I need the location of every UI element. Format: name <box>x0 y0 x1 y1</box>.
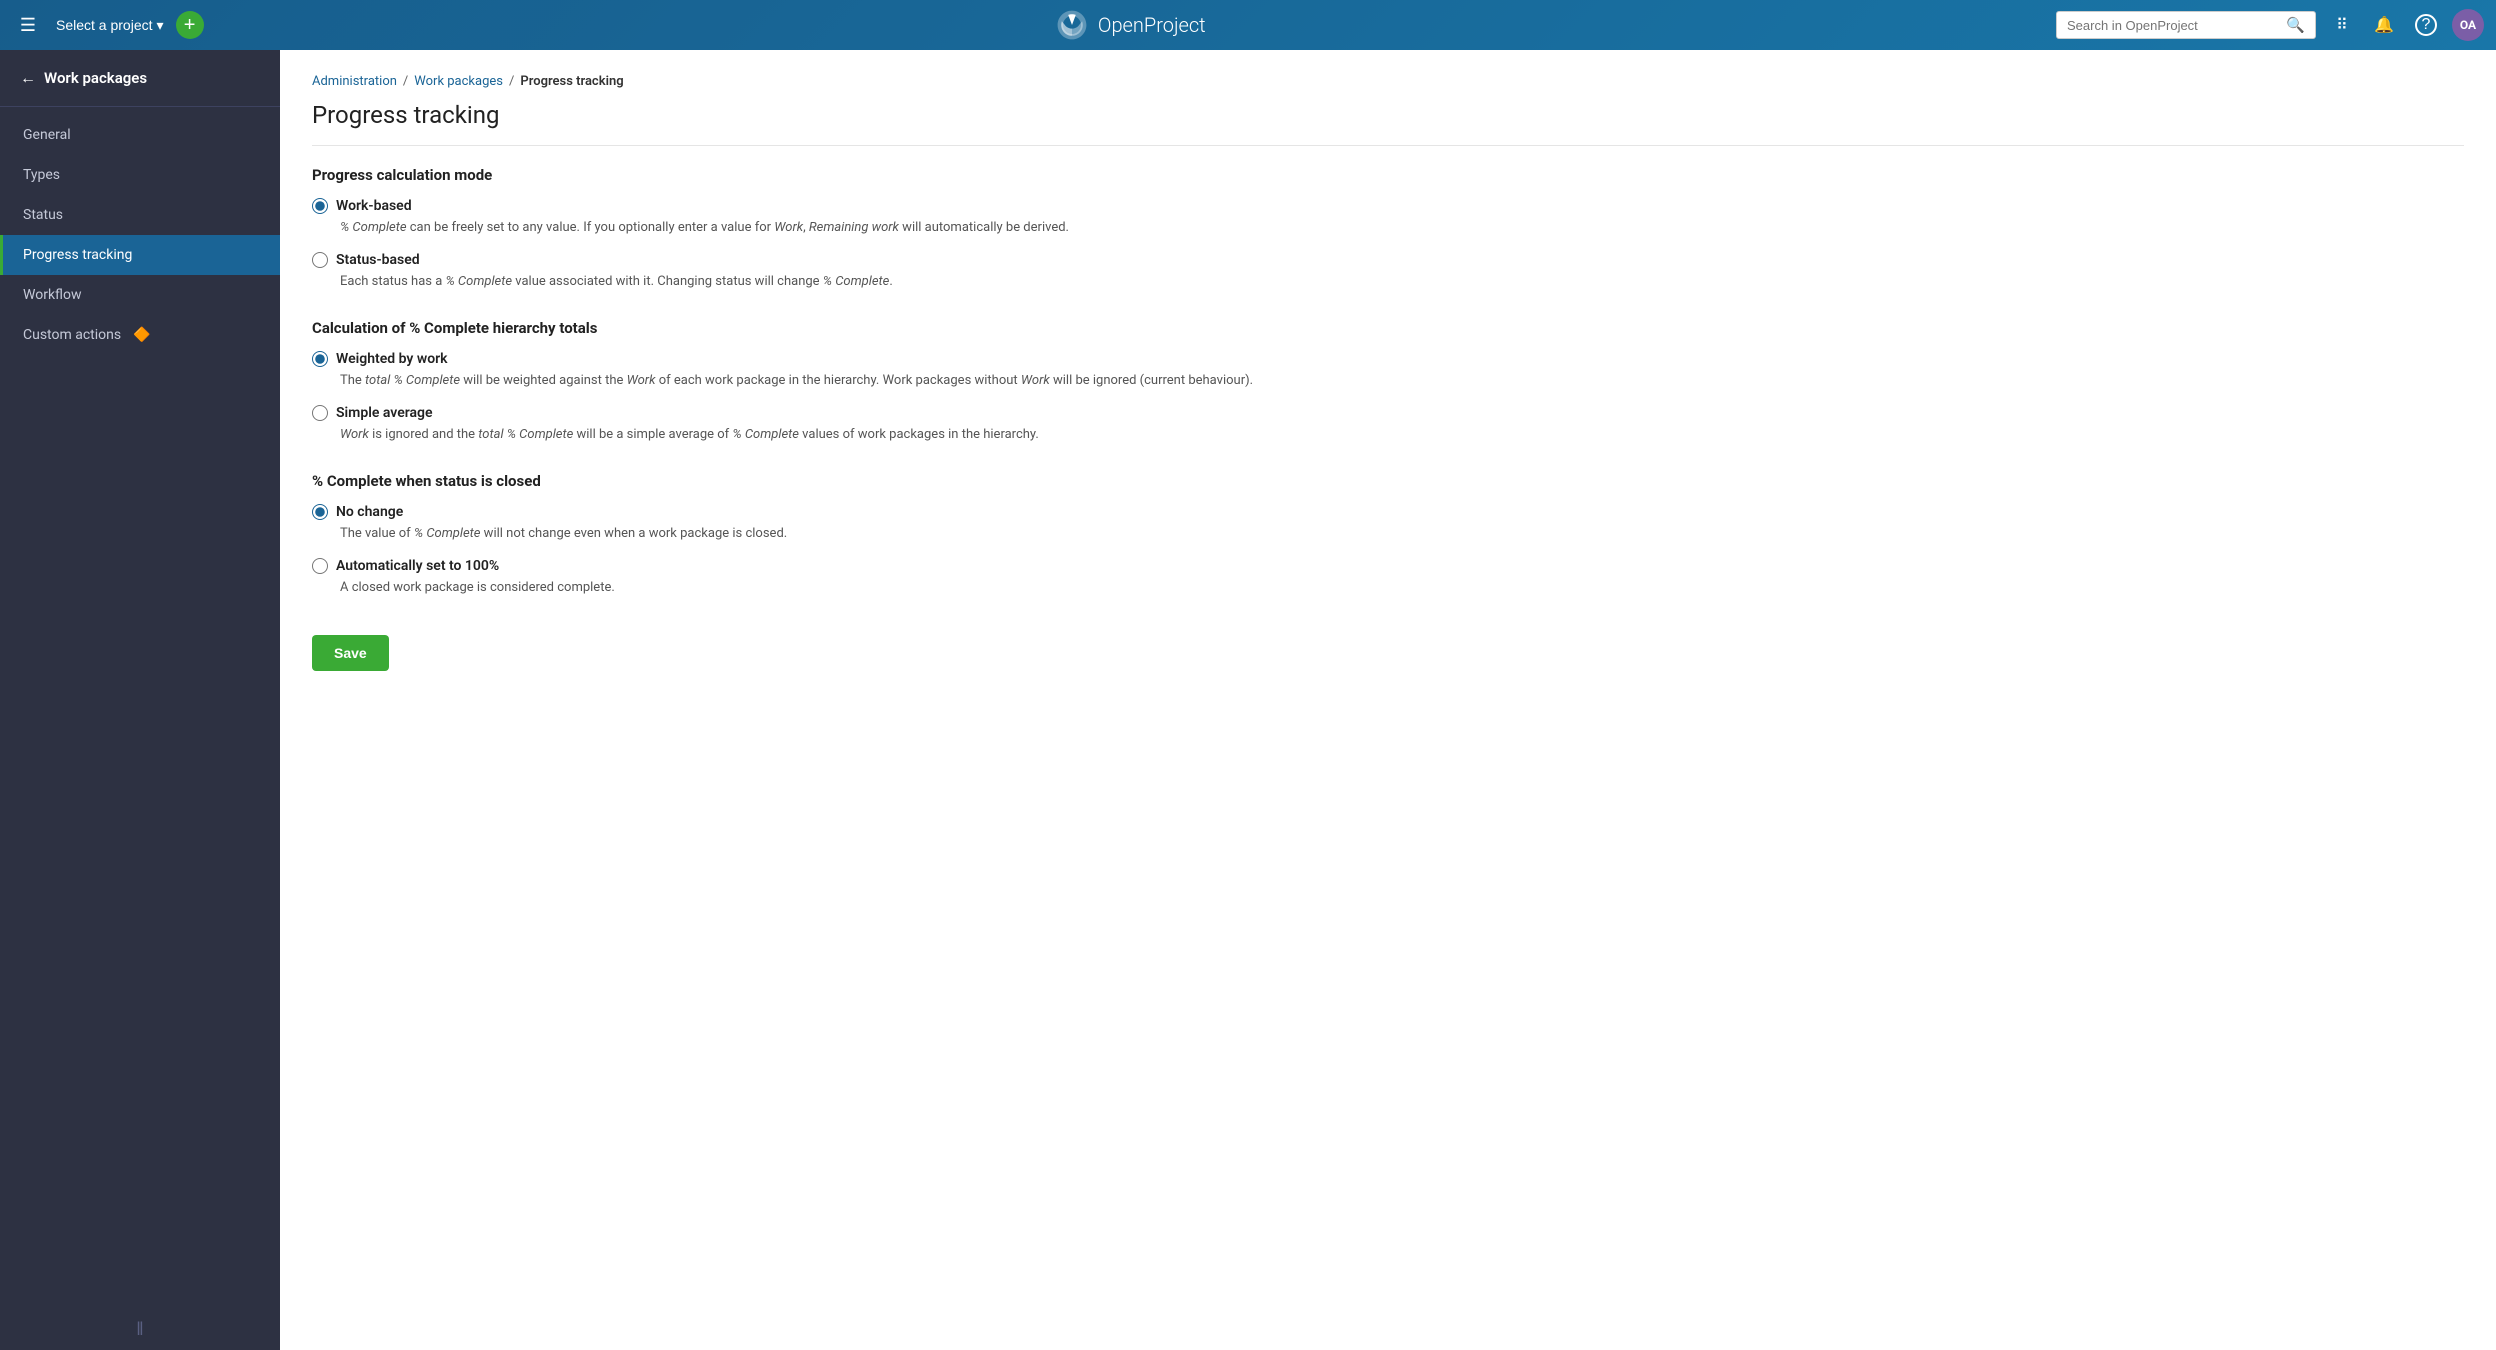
desc-auto-100: A closed work package is considered comp… <box>340 578 2464 598</box>
desc-work-based: % Complete can be freely set to any valu… <box>340 218 2464 238</box>
radio-weighted-by-work[interactable] <box>312 351 328 367</box>
radio-work-based[interactable] <box>312 198 328 214</box>
add-icon: + <box>184 15 196 35</box>
search-box[interactable]: 🔍 <box>2056 11 2316 39</box>
breadcrumb-work-packages-link[interactable]: Work packages <box>414 74 503 89</box>
search-icon: 🔍 <box>2286 16 2305 34</box>
label-auto-100[interactable]: Automatically set to 100% <box>336 558 499 574</box>
sidebar-item-workflow[interactable]: Workflow <box>0 275 280 315</box>
breadcrumb-sep-1: / <box>403 74 408 89</box>
option-work-based: Work-based % Complete can be freely set … <box>312 198 2464 238</box>
help-circle-icon: ? <box>2415 14 2437 36</box>
label-weighted-by-work[interactable]: Weighted by work <box>336 351 448 367</box>
radio-status-based[interactable] <box>312 252 328 268</box>
custom-actions-icon: 🔶 <box>133 327 150 343</box>
bell-icon: 🔔 <box>2374 15 2394 35</box>
section-hierarchy-totals: Calculation of % Complete hierarchy tota… <box>312 319 2464 444</box>
sidebar-item-workflow-label: Workflow <box>23 287 82 303</box>
back-arrow-icon: ← <box>20 68 36 88</box>
hamburger-icon: ☰ <box>20 15 36 36</box>
sidebar-item-status-label: Status <box>23 207 63 223</box>
sidebar-item-general[interactable]: General <box>0 115 280 155</box>
option-status-based: Status-based Each status has a % Complet… <box>312 252 2464 292</box>
openproject-logo-icon <box>1054 7 1090 43</box>
sidebar: ← Work packages General Types Status Pro… <box>0 50 280 1350</box>
sidebar-item-progress-tracking-label: Progress tracking <box>23 247 132 263</box>
sidebar-item-progress-tracking[interactable]: Progress tracking <box>0 235 280 275</box>
desc-status-based: Each status has a % Complete value assoc… <box>340 272 2464 292</box>
label-simple-average[interactable]: Simple average <box>336 405 433 421</box>
avatar[interactable]: OA <box>2452 9 2484 41</box>
resize-icon: ‖ <box>136 1319 143 1340</box>
project-selector-label: Select a project <box>56 17 153 33</box>
label-no-change[interactable]: No change <box>336 504 403 520</box>
breadcrumb-sep-2: / <box>509 74 514 89</box>
desc-simple-average: Work is ignored and the total % Complete… <box>340 425 2464 445</box>
logo: OpenProject <box>1054 7 1206 43</box>
section-title-complete-when-closed: % Complete when status is closed <box>312 472 2464 490</box>
project-selector-button[interactable]: Select a project ▾ <box>56 17 164 34</box>
desc-weighted-by-work: The total % Complete will be weighted ag… <box>340 371 2464 391</box>
sidebar-item-general-label: General <box>23 127 71 143</box>
hamburger-menu-button[interactable]: ☰ <box>12 9 44 41</box>
breadcrumb-admin-link[interactable]: Administration <box>312 74 397 89</box>
option-auto-100: Automatically set to 100% A closed work … <box>312 558 2464 598</box>
add-project-button[interactable]: + <box>176 11 204 39</box>
label-status-based[interactable]: Status-based <box>336 252 420 268</box>
sidebar-item-types-label: Types <box>23 167 60 183</box>
section-progress-calculation-mode: Progress calculation mode Work-based % C… <box>312 166 2464 291</box>
breadcrumb: Administration / Work packages / Progres… <box>312 74 2464 89</box>
radio-simple-average[interactable] <box>312 405 328 421</box>
search-input[interactable] <box>2067 18 2280 33</box>
apps-grid-button[interactable]: ⠿ <box>2326 9 2358 41</box>
breadcrumb-current: Progress tracking <box>520 74 623 89</box>
sidebar-resize-handle[interactable]: ‖ <box>0 1309 280 1350</box>
page-title: Progress tracking <box>312 101 2464 146</box>
help-button[interactable]: ? <box>2410 9 2442 41</box>
label-work-based[interactable]: Work-based <box>336 198 412 214</box>
project-selector-chevron-icon: ▾ <box>157 17 164 34</box>
main-layout: ← Work packages General Types Status Pro… <box>0 50 2496 1350</box>
notifications-button[interactable]: 🔔 <box>2368 9 2400 41</box>
topbar: ☰ Select a project ▾ + OpenProject 🔍 ⠿ <box>0 0 2496 50</box>
avatar-initials: OA <box>2460 18 2476 32</box>
sidebar-nav: General Types Status Progress tracking W… <box>0 107 280 1309</box>
save-button[interactable]: Save <box>312 635 389 671</box>
radio-auto-100[interactable] <box>312 558 328 574</box>
sidebar-back-button[interactable]: ← Work packages <box>0 50 280 107</box>
sidebar-item-custom-actions-label: Custom actions <box>23 327 121 343</box>
radio-no-change[interactable] <box>312 504 328 520</box>
sidebar-item-status[interactable]: Status <box>0 195 280 235</box>
apps-grid-icon: ⠿ <box>2336 15 2348 35</box>
sidebar-back-label: Work packages <box>44 69 147 87</box>
main-content: Administration / Work packages / Progres… <box>280 50 2496 1350</box>
section-title-hierarchy-totals: Calculation of % Complete hierarchy tota… <box>312 319 2464 337</box>
section-complete-when-closed: % Complete when status is closed No chan… <box>312 472 2464 597</box>
option-simple-average: Simple average Work is ignored and the t… <box>312 405 2464 445</box>
desc-no-change: The value of % Complete will not change … <box>340 524 2464 544</box>
sidebar-item-types[interactable]: Types <box>0 155 280 195</box>
option-weighted-by-work: Weighted by work The total % Complete wi… <box>312 351 2464 391</box>
logo-text: OpenProject <box>1098 13 1206 37</box>
section-title-progress-calculation-mode: Progress calculation mode <box>312 166 2464 184</box>
sidebar-item-custom-actions[interactable]: Custom actions 🔶 <box>0 315 280 355</box>
option-no-change: No change The value of % Complete will n… <box>312 504 2464 544</box>
